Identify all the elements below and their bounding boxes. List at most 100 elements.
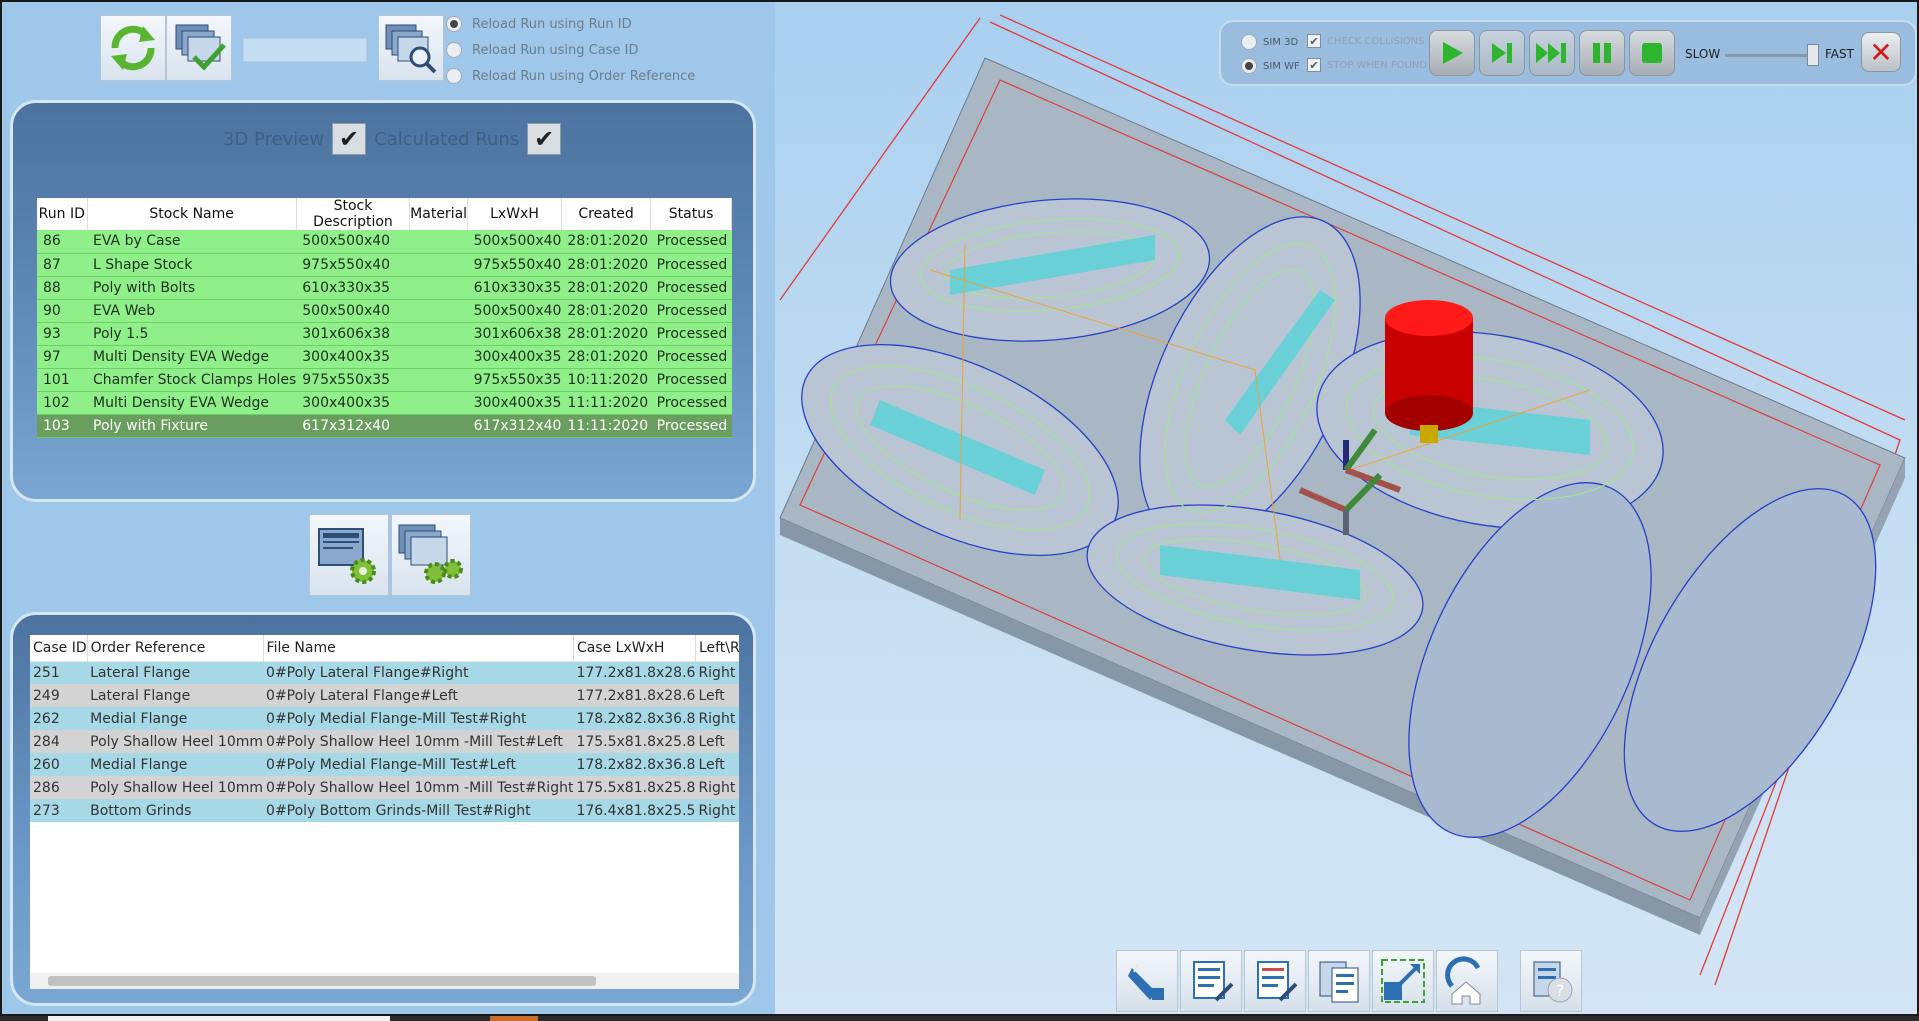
col-case-lxwxh[interactable]: Case LxWxH (573, 635, 696, 662)
sim-wf-radio[interactable] (1241, 58, 1257, 74)
calculated-runs-checkbox[interactable]: ✔ (527, 123, 562, 155)
sim-wf-option[interactable]: SIM WF (1241, 58, 1300, 74)
help-icon: ? (1533, 961, 1573, 1003)
pause-button[interactable] (1579, 30, 1625, 76)
machining-scene (779, 14, 1906, 986)
case-cell-side: Right (695, 799, 739, 822)
horizontal-scrollbar[interactable] (30, 973, 739, 989)
run-cell-created: 28:01:2020 (561, 299, 651, 323)
play-button[interactable] (1429, 30, 1475, 76)
case-cell-order-reference: Poly Shallow Heel 10mm (87, 730, 264, 753)
sim-3d-radio[interactable] (1241, 34, 1257, 50)
col-case-id[interactable]: Case ID (30, 635, 88, 662)
case-row[interactable]: 284 Poly Shallow Heel 10mm 0#Poly Shallow … (30, 730, 739, 753)
reload-by-order-ref-option[interactable]: Reload Run using Order Reference (446, 68, 695, 84)
col-order-reference[interactable]: Order Reference (87, 635, 264, 662)
case-cell-side: Left (695, 753, 739, 776)
run-cell-lxwxh: 300x400x35 (467, 391, 562, 415)
reload-by-case-id-option[interactable]: Reload Run using Case ID (446, 42, 638, 58)
run-cell-material (409, 230, 468, 254)
cases-list[interactable]: Case ID Order Reference File Name Case L… (30, 635, 739, 989)
3d-viewport[interactable]: SIM 3D SIM WF ✔ CHECK COLLISIONS ✔ STOP … (775, 0, 1919, 1016)
confirm-run-button[interactable] (166, 15, 232, 81)
run-cell-created: 28:01:2020 (561, 322, 651, 346)
run-row[interactable]: 103 Poly with Fixture 617x312x40 617x312x40… (37, 414, 732, 438)
case-cell-case-lxwxh: 177.2x81.8x28.6 (573, 661, 696, 684)
col-material[interactable]: Material (409, 198, 469, 230)
report-button[interactable] (1308, 950, 1370, 1012)
check-collisions-checkbox[interactable]: ✔ (1307, 34, 1321, 48)
run-cell-lxwxh: 500x500x40 (467, 230, 562, 254)
col-status[interactable]: Status (650, 198, 732, 230)
case-cell-order-reference: Poly Shallow Heel 10mm (87, 776, 264, 799)
case-cell-side: Right (695, 707, 739, 730)
reload-by-case-id-label: Reload Run using Case ID (472, 42, 639, 58)
radio-run-id[interactable] (446, 16, 462, 32)
speed-slider-thumb[interactable] (1807, 44, 1819, 66)
case-row[interactable]: 260 Medial Flange 0#Poly Medial Flange-Mil… (30, 753, 739, 776)
run-cell-run-id: 103 (37, 414, 88, 438)
case-row[interactable]: 262 Medial Flange 0#Poly Medial Flange-Mil… (30, 707, 739, 730)
run-id-input[interactable] (243, 38, 367, 62)
run-row[interactable]: 93 Poly 1.5 301x606x38 301x606x38 28:01:2020… (37, 322, 732, 346)
col-stock-description[interactable]: Stock Description (296, 198, 411, 230)
run-cell-status: Processed (650, 345, 732, 369)
load-run-button[interactable] (378, 15, 444, 81)
run-cell-run-id: 86 (37, 230, 88, 254)
case-row[interactable]: 273 Bottom Grinds 0#Poly Bottom Grinds-Mil… (30, 799, 739, 822)
case-row[interactable]: 251 Lateral Flange 0#Poly Lateral Flange#R… (30, 661, 739, 684)
runs-header-row: Run ID Stock Name Stock Description Mate… (37, 198, 732, 230)
run-cell-created: 11:11:2020 (561, 391, 651, 415)
check-collisions-option[interactable]: ✔ CHECK COLLISIONS (1307, 34, 1424, 48)
stop-button[interactable] (1629, 30, 1675, 76)
run-row[interactable]: 88 Poly with Bolts 610x330x35 610x330x35 28:… (37, 276, 732, 300)
run-row[interactable]: 86 EVA by Case 500x500x40 500x500x40 28:01:2… (37, 230, 732, 254)
case-cell-order-reference: Lateral Flange (87, 684, 264, 707)
run-settings-button[interactable] (309, 514, 389, 596)
help-button[interactable]: ? (1520, 950, 1582, 1012)
col-created[interactable]: Created (561, 198, 652, 230)
case-cell-case-id: 284 (30, 730, 88, 753)
close-button[interactable]: ✕ (1861, 32, 1901, 72)
run-row[interactable]: 101 Chamfer Stock Clamps Holes 975x550x35 9… (37, 368, 732, 392)
sim-3d-option[interactable]: SIM 3D (1241, 34, 1298, 50)
case-cell-side: Right (695, 661, 739, 684)
left-panel: Reload Run using Run ID Reload Run using… (0, 0, 775, 1016)
case-row[interactable]: 286 Poly Shallow Heel 10mm 0#Poly Shallow … (30, 776, 739, 799)
col-lxwxh[interactable]: LxWxH (467, 198, 562, 230)
run-row[interactable]: 87 L Shape Stock 975x550x40 975x550x40 28:01… (37, 253, 732, 277)
scrollbar-thumb[interactable] (48, 976, 596, 986)
run-cell-stock-description: 300x400x35 (296, 345, 410, 369)
case-cell-side: Left (695, 684, 739, 707)
run-row[interactable]: 102 Multi Density EVA Wedge 300x400x35 300x… (37, 391, 732, 415)
col-file-name[interactable]: File Name (263, 635, 574, 662)
col-side[interactable]: Left\R (695, 635, 739, 662)
nc-edit-alt-button[interactable] (1244, 950, 1306, 1012)
tool-library-button[interactable] (1116, 950, 1178, 1012)
col-run-id[interactable]: Run ID (37, 198, 88, 230)
nc-edit-alt-icon (1257, 961, 1298, 1002)
batch-settings-button[interactable] (391, 514, 471, 596)
nc-edit-button[interactable] (1180, 950, 1242, 1012)
cases-table: Case ID Order Reference File Name Case L… (30, 635, 739, 822)
home-view-button[interactable] (1436, 950, 1498, 1012)
fast-forward-button[interactable] (1529, 30, 1575, 76)
radio-order-ref[interactable] (446, 68, 462, 84)
run-cell-lxwxh: 617x312x40 (467, 414, 562, 438)
refresh-button[interactable] (100, 15, 166, 81)
radio-case-id[interactable] (446, 42, 462, 58)
case-row[interactable]: 249 Lateral Flange 0#Poly Lateral Flange#L… (30, 684, 739, 707)
run-row[interactable]: 97 Multi Density EVA Wedge 300x400x35 300x4… (37, 345, 732, 369)
preview-checkbox[interactable]: ✔ (332, 123, 367, 155)
reload-by-run-id-option[interactable]: Reload Run using Run ID (446, 16, 632, 32)
svg-text:?: ? (1556, 981, 1565, 1000)
fit-view-button[interactable] (1372, 950, 1434, 1012)
col-stock-name[interactable]: Stock Name (87, 198, 297, 230)
run-row[interactable]: 90 EVA Web 500x500x40 500x500x40 28:01:2020 P… (37, 299, 732, 323)
stop-when-found-checkbox[interactable]: ✔ (1307, 58, 1321, 72)
speed-slider[interactable] (1725, 54, 1817, 57)
run-cell-material (409, 368, 468, 392)
settings-doc-icon (318, 528, 376, 584)
stop-when-found-option[interactable]: ✔ STOP WHEN FOUND (1307, 58, 1427, 72)
step-button[interactable] (1479, 30, 1525, 76)
